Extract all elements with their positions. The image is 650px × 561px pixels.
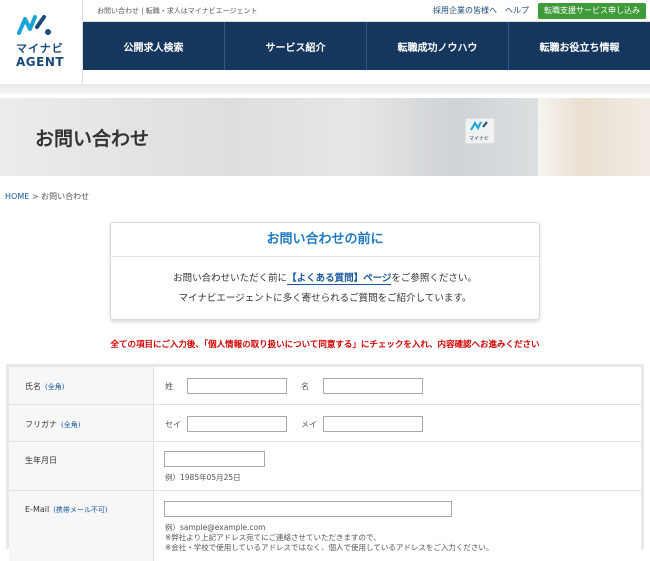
form-instruction: 全ての項目にご入力後、「個人情報の取り扱いについて同意する」にチェックを入れ、内… bbox=[110, 340, 540, 350]
breadcrumb-home[interactable]: HOME bbox=[5, 192, 29, 201]
page-title: お問い合わせ bbox=[35, 128, 150, 150]
notice-line-2: マイナビエージェントに多く寄せられるご質問をご紹介しています。 bbox=[178, 293, 472, 304]
first-name-input[interactable] bbox=[323, 378, 423, 394]
form-label-cell: 氏名 (全角) bbox=[9, 367, 154, 404]
link-help[interactable]: ヘルプ bbox=[505, 5, 529, 16]
hero-office-photo bbox=[538, 98, 650, 176]
form-row-email: E-Mail (携帯メール不可) 例）sample@example.com ※弊社… bbox=[9, 491, 641, 561]
top-utility-bar: お問い合わせ | 転職・求人はマイナビエージェント 採用企業の皆様へ ヘルプ 転… bbox=[83, 0, 650, 22]
first-name-kana-label: メイ bbox=[301, 420, 317, 429]
site-header: マイナビ AGENT お問い合わせ | 転職・求人はマイナビエージェント 採用企… bbox=[0, 0, 650, 84]
mynavi-agent-logo[interactable]: マイナビ AGENT bbox=[0, 0, 83, 84]
apply-service-button[interactable]: 転職支援サービス申し込み bbox=[538, 3, 646, 19]
email-required-note: (携帯メール不可) bbox=[53, 506, 108, 514]
kana-required-note: (全角) bbox=[61, 421, 81, 429]
email-input[interactable] bbox=[164, 501, 452, 517]
birthdate-label: 生年月日 bbox=[25, 456, 57, 465]
last-name-kana-input[interactable] bbox=[187, 416, 287, 432]
logo-text-kana: マイナビ bbox=[16, 42, 64, 55]
breadcrumb: HOME > お問い合わせ bbox=[5, 191, 89, 202]
name-label: 氏名 (全角) bbox=[25, 382, 65, 391]
breadcrumb-separator: > bbox=[29, 192, 42, 201]
nav-job-search[interactable]: 公開求人検索 bbox=[83, 22, 224, 70]
email-hint-note-2: ※会社・学校で使用しているアドレスではなく、個人で使用しているアドレスをご入力く… bbox=[165, 543, 494, 552]
hero-sign-icon: マイナビ bbox=[465, 118, 495, 144]
form-row-birthdate: 生年月日 例）1985年05月25日 bbox=[9, 442, 641, 491]
form-row-kana: フリガナ (全角) セイ メイ bbox=[9, 405, 641, 442]
faq-link[interactable]: 【よくある質問】ページ bbox=[287, 273, 392, 285]
notice-title: お問い合わせの前に bbox=[111, 223, 539, 257]
header-shadow bbox=[0, 84, 650, 94]
notice-text-post: をご参照ください。 bbox=[391, 273, 477, 284]
link-for-employers[interactable]: 採用企業の皆様へ bbox=[433, 5, 497, 16]
birthdate-input[interactable] bbox=[164, 451, 265, 467]
notice-box: お問い合わせの前に お問い合わせいただく前に【よくある質問】ページをご参照くださ… bbox=[110, 222, 540, 320]
notice-body: お問い合わせいただく前に【よくある質問】ページをご参照ください。 マイナビエージ… bbox=[111, 257, 539, 309]
nav-useful-info[interactable]: 転職お役立ち情報 bbox=[508, 22, 650, 70]
form-label-cell: フリガナ (全角) bbox=[9, 405, 154, 441]
breadcrumb-current: お問い合わせ bbox=[41, 192, 90, 201]
email-label: E-Mail (携帯メール不可) bbox=[25, 505, 108, 514]
hero-sign-text: マイナビ bbox=[469, 135, 489, 142]
nav-success-knowhow[interactable]: 転職成功ノウハウ bbox=[366, 22, 508, 70]
email-hint-example: 例）sample@example.com bbox=[165, 523, 266, 532]
first-name-kana-input[interactable] bbox=[323, 416, 423, 432]
last-name-label: 姓 bbox=[165, 382, 173, 391]
first-name-label: 名 bbox=[301, 382, 309, 391]
birthdate-hint: 例）1985年05月25日 bbox=[165, 473, 241, 482]
kana-label: フリガナ (全角) bbox=[25, 420, 81, 429]
nav-services[interactable]: サービス紹介 bbox=[224, 22, 366, 70]
form-label-cell: 生年月日 bbox=[9, 442, 154, 490]
logo-mark-icon bbox=[17, 15, 51, 35]
contact-form: 氏名 (全角) 姓 名 フリガナ (全角) セイ メイ 生年月日 例）1985年05… bbox=[6, 364, 644, 561]
global-nav: 公開求人検索 サービス紹介 転職成功ノウハウ 転職お役立ち情報 bbox=[83, 22, 650, 70]
notice-line-1: お問い合わせいただく前に【よくある質問】ページをご参照ください。 bbox=[111, 269, 539, 289]
form-label-cell: E-Mail (携帯メール不可) bbox=[9, 491, 154, 561]
page-hero: お問い合わせ bbox=[0, 98, 650, 176]
notice-text-pre: お問い合わせいただく前に bbox=[173, 273, 288, 284]
logo-text-agent: AGENT bbox=[16, 55, 65, 69]
last-name-kana-label: セイ bbox=[165, 420, 181, 429]
email-hint-note-1: ※弊社より上記アドレス宛てにご連絡させていただきますので、 bbox=[165, 533, 381, 542]
name-required-note: (全角) bbox=[45, 383, 65, 391]
site-tagline: お問い合わせ | 転職・求人はマイナビエージェント bbox=[97, 7, 258, 15]
form-row-name: 氏名 (全角) 姓 名 bbox=[9, 367, 641, 405]
last-name-input[interactable] bbox=[187, 378, 287, 394]
